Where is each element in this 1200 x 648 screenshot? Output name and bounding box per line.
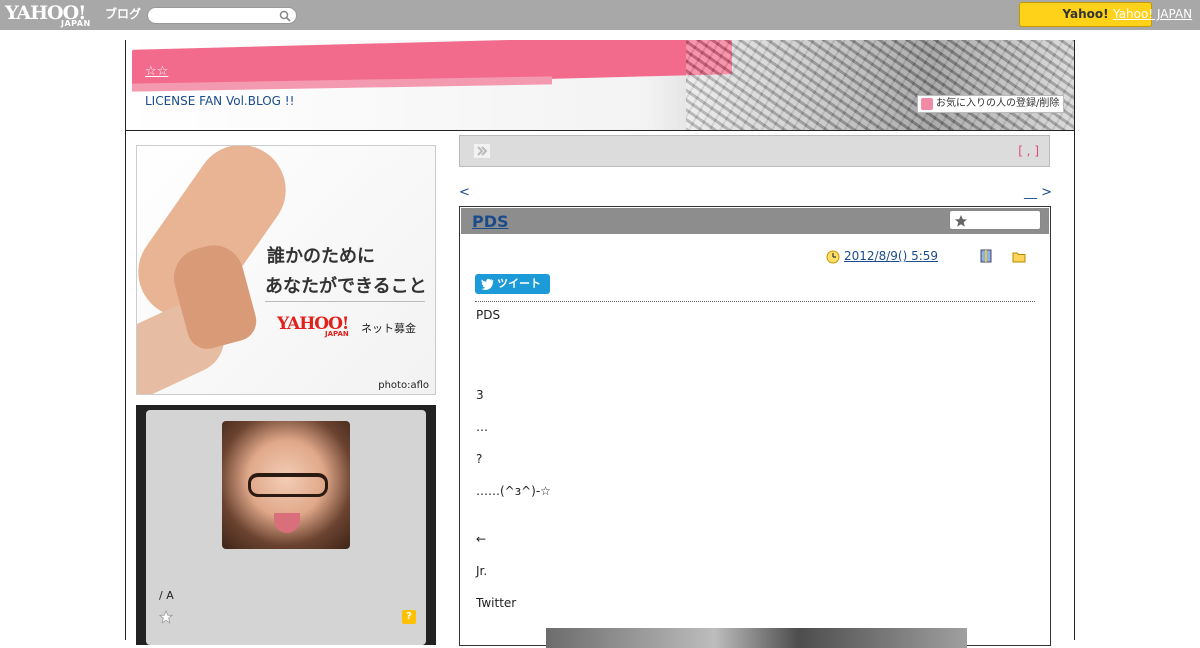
ad-photo-credit: photo:aflo [378,380,429,391]
entry-image[interactable] [546,628,967,648]
blog-page: ☆☆ LICENSE FAN Vol.BLOG !! お気に入りの人の登録/削除… [125,40,1075,648]
entry-body-line: Twitter [476,596,517,610]
yahoo-japan-link[interactable]: Yahoo! JAPAN [1113,7,1192,21]
header-collage [686,40,1074,130]
next-entry-link[interactable]: __ > [1024,185,1052,200]
ad-yahoo-japan: JAPAN [325,330,349,338]
arrow-icon [474,144,490,158]
favorite-register-button[interactable]: お気に入りの人の登録/削除 [917,95,1064,113]
search-icon[interactable] [279,10,291,22]
ad-headline-2: あなたができること [265,276,427,297]
avatar-glasses [248,473,328,497]
heart-icon [921,98,933,110]
entry-date[interactable]: 2012/8/9() 5:59 [844,249,938,263]
star-icon [955,215,967,227]
help-icon[interactable]: ? [402,610,416,624]
entry-favorite-button[interactable] [949,210,1041,230]
ad-divider [265,301,425,302]
top-bar: YAHOO! JAPAN ブログ Yahoo! Yahoo! JAPAN [0,0,1200,30]
notice-bar: [ , ] [459,135,1050,167]
profile-panel: / A ? [136,405,436,645]
profile-name: / A [159,589,174,602]
clock-icon [826,250,840,264]
entry-body-line: PDS [476,308,501,322]
entry-divider [475,301,1035,302]
blog-title-link[interactable]: ☆☆ [145,64,168,79]
entry-body-line: ? [476,452,483,466]
ad-headline-1: 誰かのために [267,246,375,267]
ad-service-name: ネット募金 [361,322,416,335]
entry-body-line: 3 [476,388,484,402]
blog-entry: PDS 2012/8/9() 5:59 ツイート PDS 3 … ? ……(^ɜ… [459,206,1051,648]
entry-title[interactable]: PDS [472,212,509,231]
yahoo-blog-logo[interactable]: YAHOO! JAPAN ブログ [5,3,143,28]
favorite-register-label: お気に入りの人の登録/削除 [936,98,1060,109]
tweet-button[interactable]: ツイート [475,274,550,294]
entry-body-line: Jr. [476,564,488,578]
book-icon[interactable] [980,249,992,263]
avatar-tongue [274,513,300,533]
entry-body-line: ……(^ɜ^)-☆ [476,484,551,498]
avatar[interactable] [222,421,350,549]
folder-icon[interactable] [1012,251,1026,263]
star-icon[interactable] [159,610,173,624]
notice-bracket[interactable]: [ , ] [1018,144,1039,158]
blog-subtitle: LICENSE FAN Vol.BLOG !! [145,94,295,108]
search-input[interactable] [156,9,274,22]
ad-banner[interactable]: 誰かのために あなたができること YAHOO! JAPAN ネット募金 phot… [136,145,436,395]
logo-japan: JAPAN [61,19,91,28]
entry-header: PDS [461,208,1049,234]
tweet-label: ツイート [497,277,541,290]
entry-body-line: ← [476,532,487,546]
profile-card: / A ? [146,410,426,645]
bird-icon [481,278,494,290]
blog-header: ☆☆ LICENSE FAN Vol.BLOG !! お気に入りの人の登録/削除 [126,40,1074,131]
entry-body-line: … [476,420,488,434]
search-box[interactable] [147,7,297,24]
prev-entry-link[interactable]: < [459,185,470,200]
logo-blog: ブログ [105,7,142,21]
